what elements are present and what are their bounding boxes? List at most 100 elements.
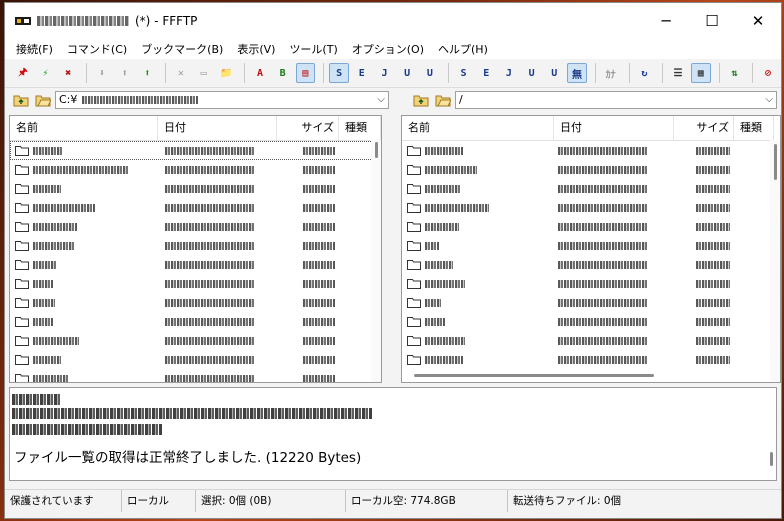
remote-vertical-scrollbar[interactable] xyxy=(770,140,780,382)
remote-file-row[interactable] xyxy=(402,255,780,274)
local-file-row[interactable] xyxy=(10,179,381,198)
local-file-row[interactable] xyxy=(10,293,381,312)
remote-file-row[interactable] xyxy=(402,141,780,160)
toolbar-separator xyxy=(323,63,325,83)
ascii-mode-button[interactable]: A xyxy=(250,63,270,83)
local-file-row[interactable] xyxy=(10,160,381,179)
chevron-down-icon[interactable]: ⌵ xyxy=(765,92,773,108)
auto-mode-button[interactable]: ▤ xyxy=(295,63,316,83)
local-file-row[interactable] xyxy=(10,274,381,293)
remote-file-row[interactable] xyxy=(402,274,780,293)
remote-file-row[interactable] xyxy=(402,350,780,369)
menu-item-0[interactable]: 接続(F) xyxy=(9,41,60,57)
remote-col-type[interactable]: 種類 xyxy=(734,116,774,140)
remote-path-input[interactable]: / ⌵ xyxy=(455,91,777,109)
local-open-folder-button[interactable] xyxy=(33,91,53,109)
minimize-button[interactable]: ─ xyxy=(643,3,689,39)
local-file-row[interactable] xyxy=(10,255,381,274)
kanji-jis-button[interactable]: J xyxy=(375,63,395,83)
local-name-obscured xyxy=(33,298,55,307)
remote-utf8bom-button[interactable]: U xyxy=(544,63,564,83)
local-col-name[interactable]: 名前 xyxy=(10,116,158,140)
local-size-obscured xyxy=(303,355,335,364)
local-col-date[interactable]: 日付 xyxy=(158,116,277,140)
remote-file-row[interactable] xyxy=(402,179,780,198)
remote-parent-dir-button[interactable] xyxy=(411,91,431,109)
log-panel[interactable]: ファイル一覧の取得は正常終了しました. (12220 Bytes) xyxy=(9,387,777,481)
local-path-input[interactable]: C:¥ ⌵ xyxy=(55,91,389,109)
menu-item-3[interactable]: 表示(V) xyxy=(230,41,282,57)
local-col-size[interactable]: サイズ xyxy=(277,116,339,140)
kanji-euc-button[interactable]: E xyxy=(352,63,372,83)
folder-icon xyxy=(15,203,29,213)
binary-mode-button[interactable]: B xyxy=(273,63,293,83)
sync-dir-button[interactable]: ⇅ xyxy=(725,63,745,83)
menu-item-2[interactable]: ブックマーク(B) xyxy=(134,41,230,57)
connect-button[interactable]: 🖈 xyxy=(13,63,33,83)
local-parent-dir-button[interactable] xyxy=(11,91,31,109)
local-file-list[interactable]: 名前 日付 サイズ 種類 xyxy=(9,115,382,383)
no-convert-button[interactable]: 無 xyxy=(567,63,587,83)
remote-utf8n-button[interactable]: U xyxy=(522,63,542,83)
mkdir-button[interactable]: 📁 xyxy=(216,63,236,83)
local-file-row[interactable] xyxy=(10,141,381,160)
remote-jis-button[interactable]: J xyxy=(499,63,519,83)
remote-file-row[interactable] xyxy=(402,217,780,236)
refresh-icon: ↻ xyxy=(641,67,648,79)
remote-euc-button[interactable]: E xyxy=(476,63,496,83)
disconnect-button[interactable]: ✖ xyxy=(58,63,78,83)
remote-col-size[interactable]: サイズ xyxy=(674,116,734,140)
download-button[interactable]: ⬇ xyxy=(92,63,112,83)
local-date-obscured xyxy=(165,260,255,269)
menu-item-6[interactable]: ヘルプ(H) xyxy=(431,41,495,57)
local-file-row[interactable] xyxy=(10,331,381,350)
status-queue: 転送待ちファイル: 0個 xyxy=(513,495,622,507)
remote-file-row[interactable] xyxy=(402,236,780,255)
chevron-down-icon[interactable]: ⌵ xyxy=(377,92,385,108)
menu-item-4[interactable]: ツール(T) xyxy=(282,41,344,57)
remote-col-date[interactable]: 日付 xyxy=(554,116,674,140)
local-file-row[interactable] xyxy=(10,217,381,236)
kanji-utf8bom-button[interactable]: U xyxy=(420,63,440,83)
stop-button[interactable]: ⊘ xyxy=(758,63,778,83)
local-file-row[interactable] xyxy=(10,312,381,331)
log-scroll-thumb[interactable] xyxy=(770,452,773,466)
remote-file-row[interactable] xyxy=(402,312,780,331)
local-scroll-thumb[interactable] xyxy=(375,142,378,158)
quick-connect-button[interactable]: ⚡ xyxy=(36,63,56,83)
title-bar[interactable]: (*) - FFFTP ─ ☐ ✕ xyxy=(5,3,781,39)
list-view-button[interactable]: ☰ xyxy=(668,63,688,83)
local-file-row[interactable] xyxy=(10,369,381,382)
kana-convert-button[interactable]: ｶﾅ xyxy=(601,63,621,83)
kanji-utf8n-button[interactable]: U xyxy=(397,63,417,83)
remote-open-folder-button[interactable] xyxy=(433,91,453,109)
remote-size-obscured xyxy=(696,165,730,174)
remote-scroll-thumb[interactable] xyxy=(774,144,777,180)
remote-sjis-button[interactable]: S xyxy=(454,63,474,83)
local-vertical-scrollbar[interactable] xyxy=(371,140,381,382)
detail-view-button[interactable]: ▦ xyxy=(690,63,711,83)
remote-file-row[interactable] xyxy=(402,293,780,312)
rename-button[interactable]: ▭ xyxy=(194,63,214,83)
local-file-row[interactable] xyxy=(10,198,381,217)
maximize-button[interactable]: ☐ xyxy=(689,3,735,39)
local-col-type[interactable]: 種類 xyxy=(339,116,381,140)
menu-item-1[interactable]: コマンド(C) xyxy=(60,41,134,57)
remote-file-row[interactable] xyxy=(402,198,780,217)
remote-horizontal-scroll-thumb[interactable] xyxy=(414,374,654,377)
remote-file-row[interactable] xyxy=(402,160,780,179)
refresh-button[interactable]: ↻ xyxy=(634,63,654,83)
menu-item-5[interactable]: オプション(O) xyxy=(345,41,431,57)
close-button[interactable]: ✕ xyxy=(735,3,781,39)
local-file-row[interactable] xyxy=(10,236,381,255)
upload-button[interactable]: ⬆ xyxy=(115,63,135,83)
local-file-row[interactable] xyxy=(10,350,381,369)
folder-icon xyxy=(15,222,29,232)
remote-file-row[interactable] xyxy=(402,331,780,350)
remote-file-list[interactable]: 名前 日付 サイズ 種類 xyxy=(401,115,781,383)
delete-button[interactable]: ✕ xyxy=(171,63,191,83)
local-path-bar: C:¥ ⌵ xyxy=(11,89,389,111)
kanji-sjis-button[interactable]: S xyxy=(329,63,349,83)
remote-col-name[interactable]: 名前 xyxy=(402,116,554,140)
mirror-upload-button[interactable]: ⬆ xyxy=(137,63,157,83)
